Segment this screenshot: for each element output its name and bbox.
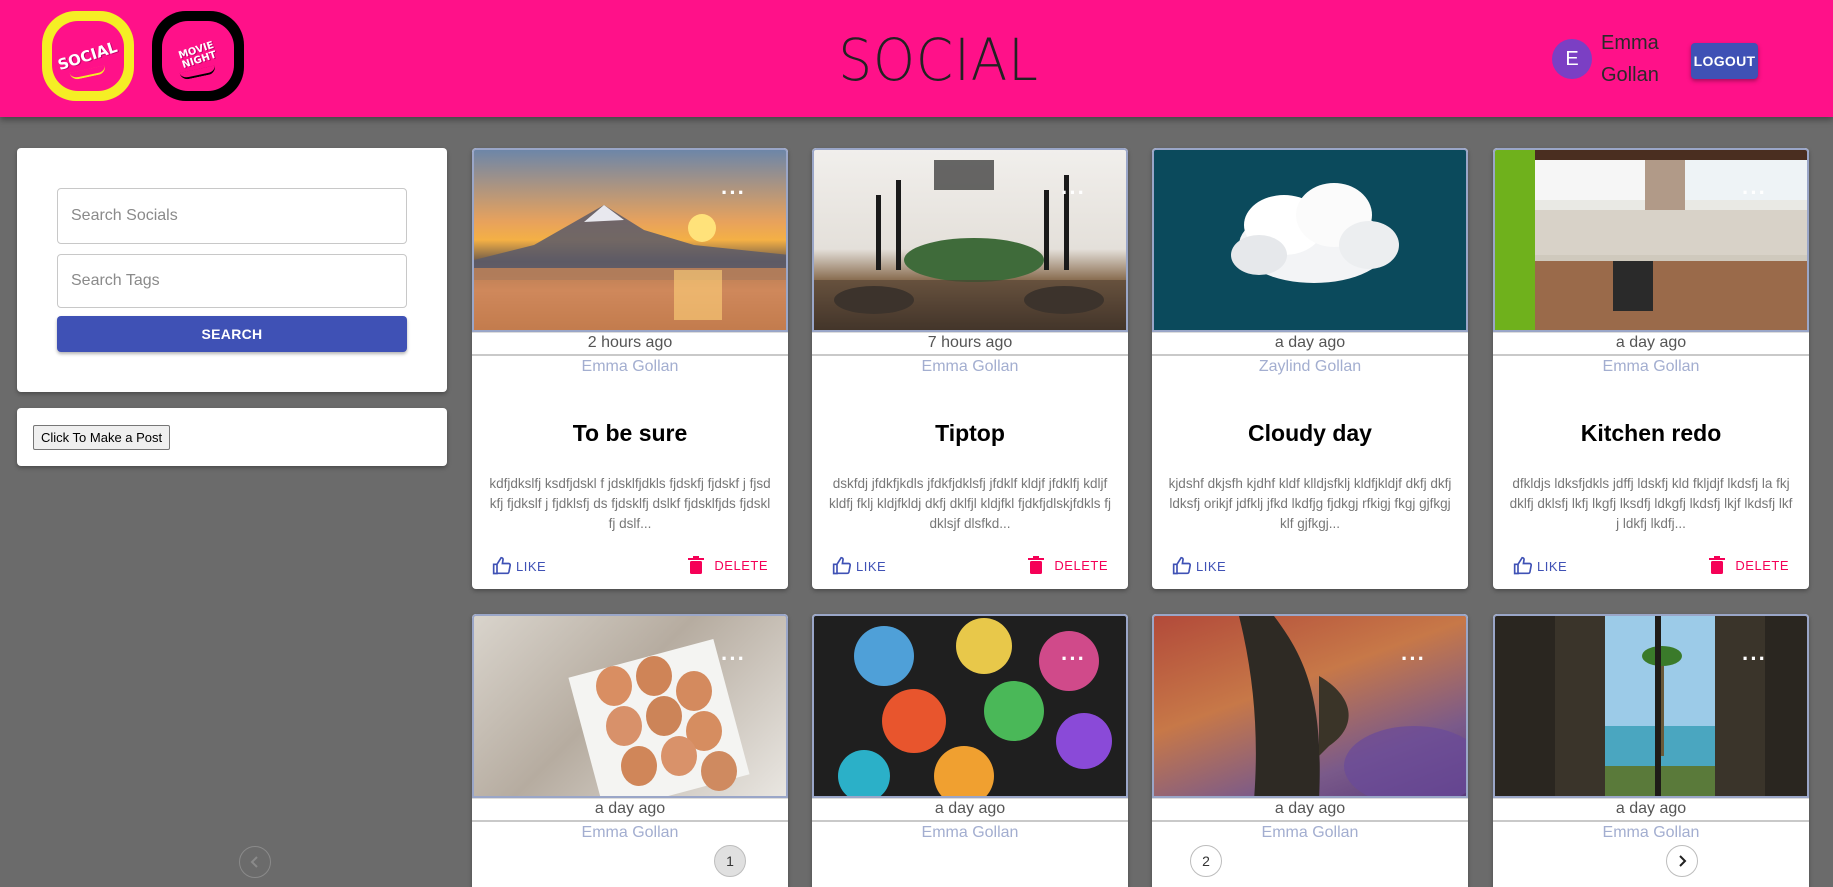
more-options-icon[interactable]: ···: [1061, 182, 1086, 204]
post-title: Kitchen redo: [1580, 420, 1722, 446]
more-options-icon[interactable]: ···: [721, 648, 746, 670]
delete-label: DELETE: [1735, 557, 1789, 573]
more-options-icon[interactable]: ···: [1061, 648, 1086, 670]
post-time: a day ago: [1493, 332, 1809, 356]
delete-label: DELETE: [1054, 557, 1108, 573]
app-header: SOCIAL MOVIE NIGHT SOCIAL E Emma Gollan …: [0, 0, 1833, 117]
post-text: dskfdj jfdkfjkdls jfdkfjdklsfj jfdklf kl…: [828, 476, 1112, 531]
post-image-eggs[interactable]: ···: [472, 614, 788, 798]
post-author: Emma Gollan: [921, 358, 1019, 375]
post-author: Emma Gollan: [581, 824, 679, 841]
delete-button[interactable]: DELETE: [688, 556, 768, 574]
post-image-sunset-lake[interactable]: ···: [472, 148, 788, 332]
post-text: dfkldjs ldksfjdkls jdffj ldskfj kld fklj…: [1509, 476, 1793, 531]
post-time: a day ago: [812, 798, 1128, 822]
post-card[interactable]: ··· 2 hours ago Emma Gollan To be sure k…: [472, 148, 788, 589]
like-button[interactable]: LIKE: [1513, 556, 1567, 576]
pagination-page-2[interactable]: 2: [1190, 845, 1222, 877]
post-card[interactable]: a day ago Zaylind Gollan Cloudy day kjds…: [1152, 148, 1468, 589]
thumb-up-icon: [1172, 556, 1192, 575]
post-time: a day ago: [1152, 798, 1468, 822]
post-time: a day ago: [1152, 332, 1468, 356]
post-card[interactable]: ··· a day ago Emma Gollan: [472, 614, 788, 887]
make-post-panel: Click To Make a Post: [17, 408, 447, 466]
post-author: Emma Gollan: [1602, 358, 1700, 375]
post-card[interactable]: ··· a day ago Emma Gollan: [1493, 614, 1809, 887]
post-text: kdfjdkslfj ksdfjdskl f jdsklfjdkls fjdsk…: [489, 476, 771, 531]
thumb-up-icon: [492, 556, 512, 575]
like-label: LIKE: [856, 558, 887, 574]
trash-icon: [688, 556, 705, 574]
search-tags-input[interactable]: [57, 254, 407, 308]
trash-icon: [1028, 556, 1045, 574]
post-text: kjdshf dkjsfh kjdhf kldf klldjsfklj kldf…: [1168, 476, 1452, 531]
chevron-right-icon: [1679, 855, 1687, 867]
logout-button[interactable]: LOGOUT: [1691, 43, 1758, 79]
trash-icon: [1709, 556, 1726, 574]
avatar: E: [1552, 39, 1592, 79]
search-panel: SEARCH: [17, 148, 447, 392]
pagination-prev-button[interactable]: [239, 846, 271, 878]
post-image-painting[interactable]: ···: [1152, 614, 1468, 798]
more-options-icon[interactable]: ···: [1742, 182, 1767, 204]
post-image-cloud[interactable]: [1152, 148, 1468, 332]
like-button[interactable]: LIKE: [1172, 556, 1226, 576]
post-image-kitchen[interactable]: ···: [1493, 148, 1809, 332]
user-name: Emma Gollan: [1601, 32, 1659, 86]
like-label: LIKE: [1537, 558, 1568, 574]
search-socials-input[interactable]: [57, 188, 407, 244]
delete-label: DELETE: [714, 557, 768, 573]
post-time: 2 hours ago: [472, 332, 788, 356]
post-card[interactable]: ··· a day ago Emma Gollan Kitchen redo d…: [1493, 148, 1809, 589]
search-button[interactable]: SEARCH: [57, 316, 407, 352]
like-label: LIKE: [1196, 558, 1227, 574]
make-post-button[interactable]: Click To Make a Post: [33, 425, 171, 450]
post-author: Emma Gollan: [921, 824, 1019, 841]
like-label: LIKE: [516, 558, 547, 574]
post-author: Zaylind Gollan: [1258, 358, 1362, 375]
post-title: Cloudy day: [1248, 420, 1372, 446]
pagination-page-1[interactable]: 1: [714, 845, 746, 877]
post-author: Emma Gollan: [1261, 824, 1359, 841]
post-author: Emma Gollan: [581, 358, 679, 375]
app-title: SOCIAL: [838, 26, 1039, 94]
post-time: a day ago: [472, 798, 788, 822]
post-title: Tiptop: [935, 420, 1005, 446]
post-card[interactable]: ··· 7 hours ago Emma Gollan Tiptop dskfd…: [812, 148, 1128, 589]
post-title: To be sure: [572, 420, 688, 446]
post-image-window-view[interactable]: ···: [1493, 614, 1809, 798]
like-button[interactable]: LIKE: [832, 556, 886, 576]
pagination-next-button[interactable]: [1666, 845, 1698, 877]
post-time: 7 hours ago: [812, 332, 1128, 356]
chevron-left-icon: [250, 856, 258, 868]
post-image-rainbow-cookies[interactable]: ···: [812, 614, 1128, 798]
post-card[interactable]: ··· a day ago Emma Gollan: [812, 614, 1128, 887]
more-options-icon[interactable]: ···: [721, 182, 746, 204]
post-image-dinner-table[interactable]: ···: [812, 148, 1128, 332]
thumb-up-icon: [1513, 556, 1533, 575]
more-options-icon[interactable]: ···: [1742, 648, 1767, 670]
thumb-up-icon: [832, 556, 852, 575]
more-options-icon[interactable]: ···: [1401, 648, 1426, 670]
delete-button[interactable]: DELETE: [1028, 556, 1108, 574]
delete-button[interactable]: DELETE: [1709, 556, 1789, 574]
post-author: Emma Gollan: [1602, 824, 1700, 841]
post-time: a day ago: [1493, 798, 1809, 822]
like-button[interactable]: LIKE: [492, 556, 546, 576]
